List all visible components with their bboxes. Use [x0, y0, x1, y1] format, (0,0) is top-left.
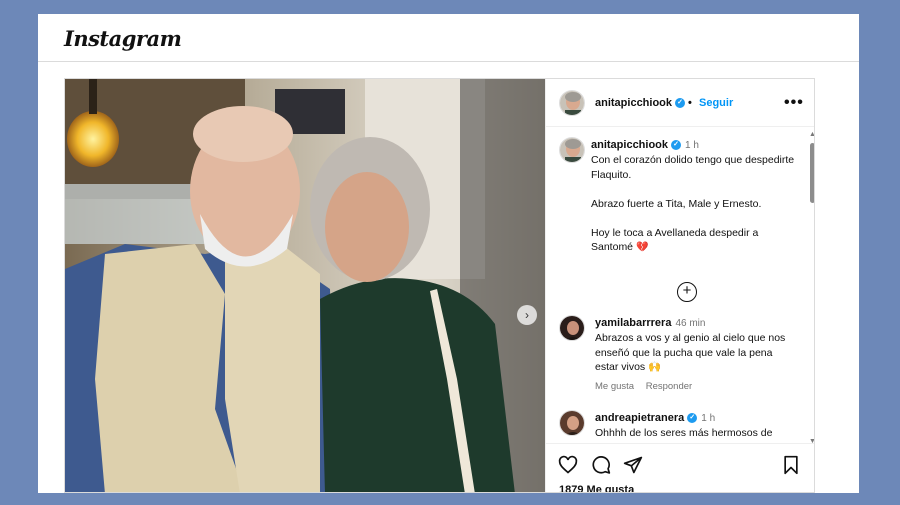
caption-line-2: Abrazo fuerte a Tita, Male y Ernesto. [591, 197, 762, 210]
comment-reply-button[interactable]: Responder [646, 381, 692, 392]
caption-author-text[interactable]: anitapicchiook [591, 139, 668, 151]
plus-circle-icon[interactable]: + [677, 282, 697, 302]
author-avatar[interactable] [559, 90, 585, 116]
top-bar: Instagram [38, 14, 859, 62]
photo-illustration [65, 79, 545, 492]
commenter-name-text[interactable]: yamilabarrrera [595, 317, 671, 329]
post-photo[interactable]: › [65, 79, 545, 492]
heart-icon[interactable] [558, 455, 578, 475]
comment-text: Abrazos a vos y al genio al cielo que no… [595, 331, 790, 375]
verified-badge-icon: ✓ [675, 98, 686, 109]
caption-line-3-text: Hoy le toca a Avellaneda despedir a Sant… [591, 226, 759, 254]
commenter-name-text[interactable]: andreapietranera [595, 412, 684, 424]
caption-line-1: Con el corazón dolido tengo que despedir… [591, 154, 795, 181]
caption-time[interactable]: 1 h [685, 140, 699, 151]
next-photo-button[interactable]: › [517, 305, 537, 325]
comment-time[interactable]: 46 min [675, 318, 705, 329]
raising-hands-emoji: 🙌 [648, 361, 662, 373]
comment-text-body: Abrazos a vos y al genio al cielo que no… [595, 332, 786, 373]
comments-scroll-area[interactable]: anitapicchiook ✓ 1 h Con el corazón dolido… [546, 127, 808, 443]
caption-text: Con el corazón dolido tengo que despedir… [591, 153, 796, 270]
comment-text-body: Ohhhh de los seres más hermosos de [595, 427, 773, 439]
post-header: anitapicchiook ✓ • Seguir ••• [546, 79, 814, 127]
scroll-up-arrow-icon[interactable]: ▲ [809, 131, 814, 138]
likes-count[interactable]: 1879 Me gusta [559, 484, 634, 492]
comment-text: Ohhhh de los seres más hermosos de [595, 426, 790, 441]
caption-username[interactable]: anitapicchiook ✓ 1 h [591, 139, 699, 151]
bookmark-icon[interactable] [782, 455, 800, 475]
author-username[interactable]: anitapicchiook ✓ • [595, 97, 692, 109]
instagram-logo[interactable]: Instagram [64, 26, 182, 51]
instagram-window: Instagram › anitapicchiook ✓ • Seguir ••… [38, 14, 859, 493]
caption-avatar[interactable] [559, 137, 585, 163]
verified-badge-icon: ✓ [671, 140, 682, 151]
follow-button[interactable]: Seguir [699, 97, 733, 109]
post-actions-bar: 1879 Me gusta [546, 443, 814, 492]
commenter-avatar[interactable] [559, 410, 585, 436]
comment-time[interactable]: 1 h [701, 413, 715, 424]
separator-dot: • [688, 97, 692, 109]
comment-bubble-icon[interactable] [591, 455, 611, 475]
paper-plane-icon[interactable] [623, 455, 643, 475]
chevron-right-icon: › [525, 308, 529, 322]
commenter-username[interactable]: yamilabarrrera 46 min [595, 317, 705, 329]
commenter-avatar[interactable] [559, 315, 585, 341]
post-modal: › anitapicchiook ✓ • Seguir ••• anitapic… [64, 78, 815, 493]
comment-actions: Me gusta Responder [595, 381, 701, 392]
scrollbar-thumb[interactable] [810, 143, 814, 203]
scrollbar[interactable]: ▲ ▼ [808, 131, 814, 445]
broken-heart-emoji: 💔 [635, 242, 649, 253]
verified-badge-icon: ✓ [687, 413, 698, 424]
commenter-username[interactable]: andreapietranera ✓ 1 h [595, 412, 715, 424]
more-options-icon[interactable]: ••• [784, 94, 804, 112]
caption-line-3: Hoy le toca a Avellaneda despedir a Sant… [591, 226, 796, 256]
comment-like-button[interactable]: Me gusta [595, 381, 634, 392]
post-sidebar: anitapicchiook ✓ • Seguir ••• anitapicchio… [545, 79, 814, 492]
author-name-text[interactable]: anitapicchiook [595, 97, 672, 109]
